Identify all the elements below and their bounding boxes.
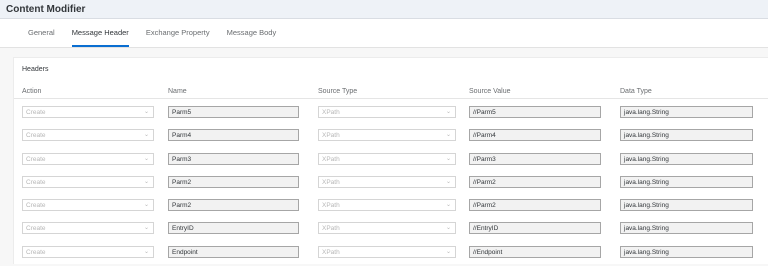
- name-field[interactable]: Endpoint: [168, 245, 299, 258]
- data-type-field[interactable]: java.lang.String: [620, 106, 753, 118]
- column-header-data-type: Data Type: [620, 88, 652, 95]
- headers-panel: Headers Action Name Source Type Source V…: [13, 57, 768, 264]
- table-row: Create ⌄ EntryID XPath ⌄ //EntryID java.lang.S…: [14, 219, 768, 242]
- action-value: Create: [26, 132, 46, 140]
- tab-exchange-property[interactable]: Exchange Property: [146, 28, 210, 47]
- source-type-select[interactable]: XPath ⌄: [318, 222, 456, 235]
- data-type-field[interactable]: java.lang.String: [620, 152, 753, 165]
- chevron-down-icon: ⌄: [143, 132, 149, 139]
- section-title: Headers: [22, 66, 49, 73]
- name-field[interactable]: Parm2: [168, 175, 299, 188]
- action-select[interactable]: Create ⌄: [22, 152, 154, 165]
- name-field[interactable]: Parm2: [168, 199, 299, 212]
- source-type-select[interactable]: XPath ⌄: [318, 129, 456, 142]
- action-select[interactable]: Create ⌄: [22, 175, 154, 188]
- data-type-field[interactable]: java.lang.String: [620, 222, 753, 235]
- source-type-select[interactable]: XPath ⌄: [318, 199, 456, 212]
- data-type-field[interactable]: java.lang.String: [620, 199, 753, 212]
- action-value: Create: [26, 155, 46, 163]
- table-header: Action Name Source Type Source Value Dat…: [14, 88, 768, 99]
- data-type-field[interactable]: java.lang.String: [620, 245, 753, 258]
- source-type-value: XPath: [322, 225, 340, 233]
- name-field[interactable]: EntryID: [168, 222, 299, 235]
- chevron-down-icon: ⌄: [445, 109, 451, 115]
- name-field[interactable]: Parm5: [168, 106, 299, 118]
- action-value: Create: [26, 109, 46, 116]
- table-row: Create ⌄ Parm5 XPath ⌄ //Parm5 java.lang.Strin…: [14, 103, 768, 126]
- chevron-down-icon: ⌄: [143, 178, 149, 185]
- action-value: Create: [26, 248, 46, 256]
- source-value-field[interactable]: //Parm2: [469, 175, 601, 188]
- table-body: Create ⌄ Parm5 XPath ⌄ //Parm5 java.lang.Strin…: [14, 103, 768, 266]
- chevron-down-icon: ⌄: [143, 155, 149, 162]
- column-header-source-value: Source Value: [469, 88, 511, 95]
- tab-bar: General Message Header Exchange Property…: [0, 19, 768, 48]
- column-header-action: Action: [22, 88, 42, 95]
- tab-message-header[interactable]: Message Header: [71, 28, 129, 47]
- source-value-field[interactable]: //EntryID: [469, 222, 601, 235]
- source-type-value: XPath: [322, 155, 340, 163]
- source-type-value: XPath: [322, 178, 340, 186]
- table-row: Create ⌄ Parm3 XPath ⌄ //Parm3 java.lang.Strin…: [14, 150, 768, 173]
- source-type-select[interactable]: XPath ⌄: [318, 152, 456, 165]
- chevron-down-icon: ⌄: [445, 225, 451, 232]
- chevron-down-icon: ⌄: [143, 225, 149, 232]
- action-select[interactable]: Create ⌄: [22, 106, 154, 118]
- source-value-field[interactable]: //Parm2: [469, 199, 601, 212]
- source-type-value: XPath: [322, 248, 340, 256]
- source-type-value: XPath: [322, 132, 340, 140]
- source-value-field[interactable]: //Endpoint: [469, 245, 601, 258]
- chevron-down-icon: ⌄: [445, 248, 451, 255]
- source-type-select[interactable]: XPath ⌄: [318, 175, 456, 188]
- source-type-select[interactable]: XPath ⌄: [318, 106, 456, 118]
- chevron-down-icon: ⌄: [143, 248, 149, 255]
- chevron-down-icon: ⌄: [445, 202, 451, 209]
- action-select[interactable]: Create ⌄: [22, 222, 154, 235]
- action-value: Create: [26, 202, 46, 210]
- source-value-field[interactable]: //Parm3: [469, 152, 601, 165]
- name-field[interactable]: Parm4: [168, 129, 299, 142]
- page-title: Content Modifier: [6, 3, 86, 15]
- name-field[interactable]: Parm3: [168, 152, 299, 165]
- table-row: Create ⌄ Parm2 XPath ⌄ //Parm2 java.lang.Strin…: [14, 173, 768, 196]
- column-header-name: Name: [168, 88, 187, 95]
- action-select[interactable]: Create ⌄: [22, 129, 154, 142]
- title-bar: Content Modifier: [0, 0, 768, 19]
- chevron-down-icon: ⌄: [445, 155, 451, 162]
- chevron-down-icon: ⌄: [143, 202, 149, 209]
- action-select[interactable]: Create ⌄: [22, 245, 154, 258]
- table-row: Create ⌄ Parm2 XPath ⌄ //Parm2 java.lang.Strin…: [14, 196, 768, 219]
- source-type-select[interactable]: XPath ⌄: [318, 245, 456, 258]
- action-value: Create: [26, 225, 46, 233]
- source-type-value: XPath: [322, 202, 340, 210]
- data-type-field[interactable]: java.lang.String: [620, 175, 753, 188]
- tab-general[interactable]: General: [28, 28, 55, 47]
- chevron-down-icon: ⌄: [143, 109, 149, 115]
- action-value: Create: [26, 178, 46, 186]
- source-type-value: XPath: [322, 109, 340, 116]
- source-value-field[interactable]: //Parm5: [469, 106, 601, 118]
- data-type-field[interactable]: java.lang.String: [620, 129, 753, 142]
- tab-message-body[interactable]: Message Body: [227, 28, 277, 47]
- chevron-down-icon: ⌄: [445, 178, 451, 185]
- table-row: Create ⌄ Parm4 XPath ⌄ //Parm4 java.lang.Strin…: [14, 126, 768, 149]
- chevron-down-icon: ⌄: [445, 132, 451, 139]
- column-header-source-type: Source Type: [318, 88, 358, 95]
- source-value-field[interactable]: //Parm4: [469, 129, 601, 142]
- action-select[interactable]: Create ⌄: [22, 199, 154, 212]
